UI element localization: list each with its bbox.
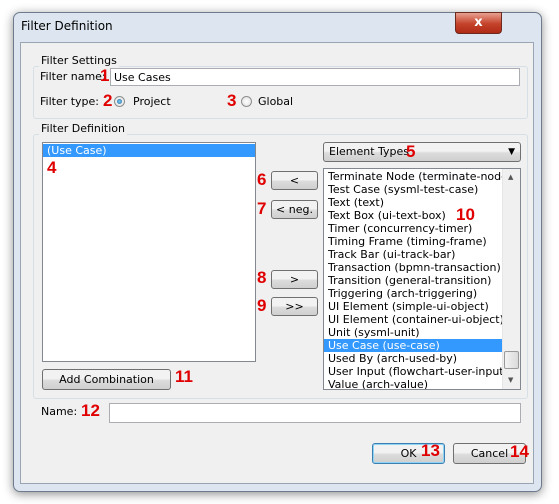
list-item[interactable]: Triggering (arch-triggering) (324, 287, 503, 300)
list-item[interactable]: Value (arch-value) (324, 378, 503, 389)
list-item[interactable]: Transition (general-transition) (324, 274, 503, 287)
list-item[interactable]: Unit (sysml-unit) (324, 326, 503, 339)
list-item[interactable]: (Use Case) (43, 144, 255, 157)
available-items-list[interactable]: Terminate Node (terminate-node) Test Case… (323, 168, 521, 390)
callout-9: 9 (257, 296, 267, 315)
callout-7: 7 (257, 199, 267, 218)
list-item[interactable]: Use Case (use-case) (324, 339, 503, 352)
list-item[interactable]: Timer (concurrency-timer) (324, 222, 503, 235)
list-item[interactable]: Terminate Node (terminate-node) (324, 170, 512, 183)
scroll-thumb[interactable] (504, 351, 519, 369)
selected-items-list[interactable]: (Use Case) (42, 142, 256, 362)
close-button[interactable]: x (455, 12, 502, 34)
filter-definition-label: Filter Definition (39, 122, 128, 135)
callout-6: 6 (257, 170, 267, 189)
callout-1: 1 (100, 66, 110, 85)
remove-button[interactable]: > (271, 270, 318, 289)
name-input[interactable] (109, 403, 521, 423)
remove-all-button[interactable]: >> (271, 297, 318, 316)
callout-10: 10 (456, 205, 475, 224)
add-negated-button[interactable]: < neg. (271, 200, 318, 219)
filter-type-label: Filter type: (40, 95, 100, 108)
list-item[interactable]: Transaction (bpmn-transaction) (324, 261, 503, 274)
name-label: Name: (41, 405, 78, 418)
callout-4: 4 (47, 158, 57, 177)
element-types-dropdown[interactable]: Element Types ▼ (323, 142, 521, 162)
list-item[interactable]: UI Element (container-ui-object) (324, 313, 504, 326)
window-title: Filter Definition (21, 19, 113, 33)
callout-14: 14 (510, 442, 529, 461)
filter-name-input[interactable]: Use Cases (110, 68, 520, 86)
callout-3: 3 (227, 91, 237, 110)
list-item[interactable]: Text (text) (324, 196, 503, 209)
callout-5: 5 (406, 142, 416, 161)
global-radio[interactable] (241, 96, 252, 107)
chevron-down-icon: ▼ (508, 147, 515, 157)
list-item[interactable]: User Input (flowchart-user-input) (324, 365, 508, 378)
add-button[interactable]: < (271, 171, 318, 190)
callout-8: 8 (257, 268, 267, 287)
global-radio-label[interactable]: Global (258, 95, 293, 108)
dropdown-value: Element Types (329, 145, 410, 158)
list-item[interactable]: Test Case (sysml-test-case) (324, 183, 503, 196)
list-item[interactable]: Timing Frame (timing-frame) (324, 235, 503, 248)
callout-11: 11 (175, 367, 193, 386)
scrollbar[interactable]: ▲ ▼ (502, 169, 520, 389)
list-item[interactable]: Track Bar (ui-track-bar) (324, 248, 503, 261)
callout-13: 13 (421, 441, 440, 460)
list-item[interactable]: Text Box (ui-text-box) (324, 209, 503, 222)
filter-name-label: Filter name: (40, 70, 106, 83)
project-radio-label[interactable]: Project (133, 95, 171, 108)
callout-2: 2 (103, 91, 113, 110)
add-combination-button[interactable]: Add Combination (42, 369, 171, 390)
scroll-down-icon[interactable]: ▼ (508, 376, 513, 384)
callout-12: 12 (81, 401, 100, 420)
scroll-up-icon[interactable]: ▲ (508, 173, 513, 181)
list-item[interactable]: Used By (arch-used-by) (324, 352, 503, 365)
list-item[interactable]: UI Element (simple-ui-object) (324, 300, 503, 313)
project-radio[interactable] (114, 96, 125, 107)
